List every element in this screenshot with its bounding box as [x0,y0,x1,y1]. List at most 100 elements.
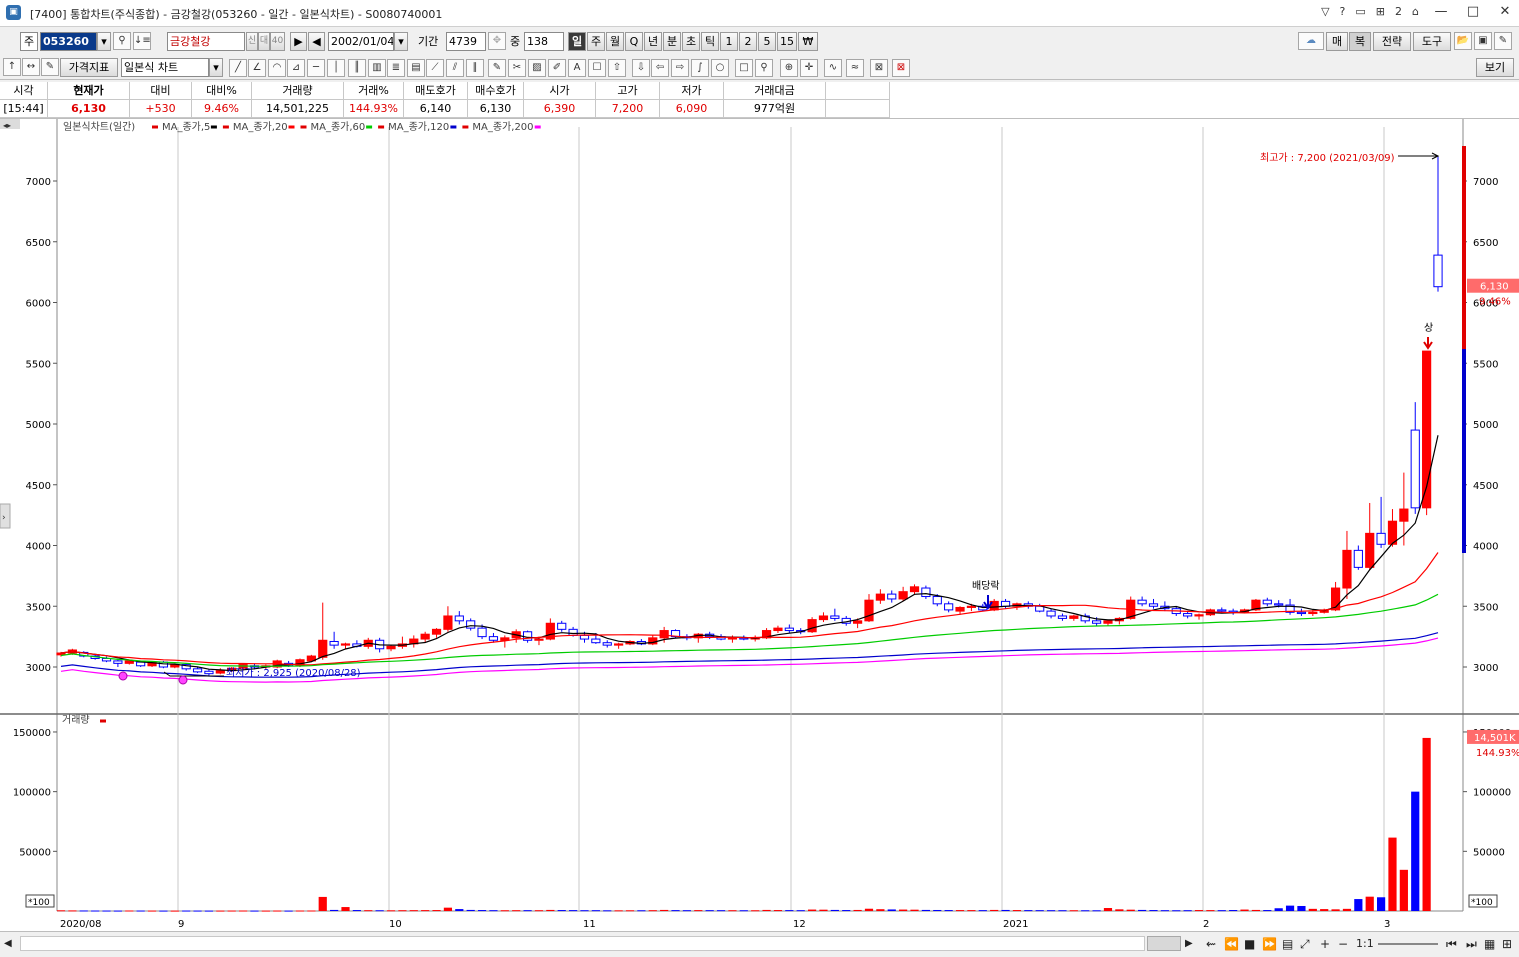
scroll-right-icon[interactable]: ▶ [1185,936,1193,952]
next-button[interactable]: ▶ [290,32,307,51]
pen-icon[interactable]: ✎ [488,59,506,77]
fibonacci-time-icon[interactable]: ▥ [368,59,386,77]
prev-button[interactable]: ◀ [308,32,325,51]
date-input[interactable]: 2002/01/04 [328,32,394,51]
wave-icon[interactable]: ∿ [824,59,842,77]
interval-month[interactable]: 월 [606,32,624,51]
fan-tool-icon[interactable]: ⊿ [287,59,305,77]
view-button[interactable]: 보기 [1476,58,1514,77]
chart-type-select[interactable]: 일본식 차트 [121,58,209,77]
horizontal-line-icon[interactable]: ─ [307,59,325,77]
group-number[interactable]: 2 [1395,5,1402,18]
expand-icon[interactable]: ↔ [22,58,40,76]
compound-button[interactable]: 복 [1349,32,1371,51]
eraser-icon[interactable]: ✂ [508,59,526,77]
minimize-button[interactable]: — [1425,0,1457,26]
undo-icon[interactable]: ⇜ [1206,936,1216,952]
interval-minute[interactable]: 분 [663,32,681,51]
vertical-line-icon[interactable]: │ [327,59,345,77]
magnify-icon[interactable]: ⚲ [755,59,773,77]
sort-icon[interactable]: ↓≡ [133,32,151,50]
cloud-icon[interactable]: ☁ [1298,32,1324,50]
cycle-lines-icon[interactable]: ║ [348,59,366,77]
interval-week[interactable]: 주 [587,32,605,51]
search-icon[interactable]: ⚲ [113,32,131,50]
clear-icon[interactable]: ⊠ [870,59,888,77]
settings-icon[interactable]: ▦ [1484,936,1495,952]
target-icon[interactable]: ⊕ [780,59,798,77]
note-icon[interactable]: ☐ [588,59,606,77]
window-icon[interactable]: ▭ [1355,5,1365,18]
interval-second[interactable]: 초 [682,32,700,51]
interval-tick[interactable]: 틱 [701,32,719,51]
move-icon[interactable]: ✥ [488,32,506,50]
angle-tool-icon[interactable]: ∠ [248,59,266,77]
interval-2[interactable]: 2 [739,32,757,51]
scroll-left-icon[interactable]: ◀ [4,936,12,952]
group-icon[interactable]: ⊞ [1376,5,1385,18]
frame-icon[interactable]: ▤ [1282,936,1293,952]
arrow-up-icon[interactable]: ↑ [3,58,21,76]
interval-15[interactable]: 15 [777,32,797,51]
right-arrow-icon[interactable]: ⇨ [671,59,689,77]
pin-icon[interactable]: ⌂ [1412,5,1419,18]
gann-icon[interactable]: ▤ [407,59,425,77]
wrench-icon[interactable]: ✎ [1494,32,1512,50]
last-icon[interactable]: ⏭ [1466,936,1477,952]
parallel-icon[interactable]: ∥ [466,59,484,77]
rewind-icon[interactable]: ⏪ [1224,936,1239,952]
zoom-slider[interactable] [1378,943,1438,945]
period-input[interactable]: 4739 [446,32,486,51]
tools-button[interactable]: 도구 [1413,32,1451,51]
line-tool-icon[interactable]: ╱ [229,59,247,77]
crosshair-icon[interactable]: ✛ [800,59,818,77]
maximize-button[interactable]: □ [1457,0,1489,26]
arc-tool-icon[interactable]: ◠ [268,59,286,77]
rectangle-icon[interactable]: □ [735,59,753,77]
first-icon[interactable]: ⏮ [1446,936,1457,952]
chart-type-dropdown-icon[interactable]: ▾ [209,58,223,77]
brush-icon[interactable]: ✐ [548,59,566,77]
interval-day[interactable]: 일 [568,32,586,51]
close-button[interactable]: ✕ [1489,0,1519,26]
chart-area[interactable]: ◂▸ › 2020/08 9 10 11 12 2021 2 3 7000 7000 6500 6500 6… [0,119,1519,931]
stop-icon[interactable]: ■ [1244,936,1255,952]
help-icon[interactable]: ? [1340,5,1346,18]
zoom-out-icon[interactable]: − [1338,936,1348,952]
grid-icon[interactable]: ⊞ [1502,936,1512,952]
zoom-in-icon[interactable]: + [1320,936,1330,952]
count-input[interactable]: 138 [524,32,564,51]
wave2-icon[interactable]: ≈ [846,59,864,77]
interval-year[interactable]: 년 [644,32,662,51]
memo-icon[interactable]: ∫ [691,59,709,77]
code-dropdown-icon[interactable]: ▾ [97,32,111,51]
scroll-thumb[interactable] [1147,936,1181,951]
left-arrow-icon[interactable]: ⇦ [651,59,669,77]
interval-quarter[interactable]: Q [625,32,643,51]
down-arrow-icon[interactable]: ⇩ [632,59,650,77]
regression-icon[interactable]: ⟋ [426,59,444,77]
retracement-icon[interactable]: ≣ [387,59,405,77]
save-icon[interactable]: ▣ [1474,32,1492,50]
market-select[interactable]: 주 [20,32,38,51]
delete-all-icon[interactable]: ⊠ [892,59,910,77]
scroll-track[interactable] [20,936,1145,951]
edit-icon[interactable]: ✎ [41,58,59,76]
color-icon[interactable]: ▨ [528,59,546,77]
circle-icon[interactable]: ○ [711,59,729,77]
text-icon[interactable]: A [568,59,586,77]
expand-range-icon[interactable]: ⤢ [1300,936,1310,952]
strategy-button[interactable]: 전략 [1373,32,1411,51]
channel-icon[interactable]: ⫽ [446,59,464,77]
up-arrow-icon[interactable]: ⇧ [608,59,626,77]
date-dropdown-icon[interactable]: ▾ [394,32,408,51]
interval-5[interactable]: 5 [758,32,776,51]
stock-code-input[interactable]: 053260 [40,32,97,51]
currency-button[interactable]: ₩ [798,32,818,51]
fast-forward-icon[interactable]: ⏩ [1262,936,1277,952]
buy-sell-button[interactable]: 매 [1326,32,1348,51]
price-indicator-button[interactable]: 가격지표 [60,58,118,77]
interval-1[interactable]: 1 [720,32,738,51]
link-icon[interactable]: ▽ [1321,5,1329,18]
folder-open-icon[interactable]: 📂 [1454,32,1472,50]
